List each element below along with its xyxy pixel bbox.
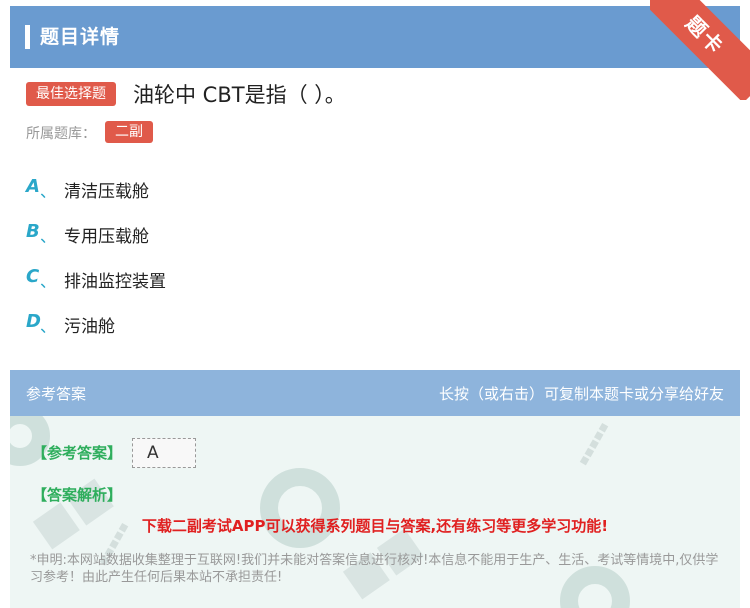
share-hint: 长按（或右击）可复制本题卡或分享给好友 — [438, 385, 724, 403]
answer-header-label: 参考答案 — [26, 385, 87, 403]
reference-answer-value: A — [147, 443, 159, 463]
option-letter: D — [26, 311, 41, 332]
header-accent-bar — [25, 25, 30, 49]
option-letter: C — [26, 266, 40, 287]
watermark-glyph: ▪▪▪▪▪ — [574, 419, 613, 469]
download-app-promo[interactable]: 下载二副考试APP可以获得系列题目与答案,还有练习等更多学习功能! — [10, 515, 740, 536]
answer-header-bar: 参考答案 长按（或右击）可复制本题卡或分享给好友 — [10, 370, 740, 416]
reference-answer-image: A — [132, 438, 196, 468]
analysis-label: 【答案解析】 — [32, 486, 123, 504]
header-bar: 题目详情 — [10, 6, 740, 68]
option-letter: A — [26, 176, 40, 197]
corner-ribbon-label: 题卡 — [650, 0, 750, 100]
option-separator: 、 — [40, 182, 57, 201]
option-separator: 、 — [40, 272, 57, 291]
option-text: 排油监控装置 — [64, 272, 166, 292]
option-separator: 、 — [40, 227, 57, 246]
option-text: 污油舱 — [64, 317, 115, 337]
option-text: 清洁压载舱 — [64, 182, 149, 202]
reference-answer-label: 【参考答案】 — [32, 444, 123, 462]
disclaimer-text: *申明:本网站数据收集整理于互联网!我们并未能对答案信息进行核对!本信息不能用于… — [30, 553, 719, 585]
option-text: 专用压载舱 — [64, 227, 149, 247]
answer-panel: ■■ ■■ ▪▪▪▪▪ ▪▪▪▪▪ 【参考答案】 A 【答案解析】 下载二副考试… — [10, 416, 740, 608]
question-type-badge: 最佳选择题 — [26, 82, 116, 106]
question-text: 油轮中 CBT是指（ ）。 — [133, 83, 346, 107]
watermark-logo-icon — [260, 468, 340, 548]
option-letter: B — [26, 221, 40, 242]
library-label: 所属题库： — [26, 126, 96, 142]
option-separator: 、 — [40, 317, 57, 336]
page-title: 题目详情 — [40, 26, 121, 48]
question-card-corner-badge: 题卡 — [650, 0, 750, 100]
library-badge[interactable]: 二副 — [105, 121, 153, 143]
